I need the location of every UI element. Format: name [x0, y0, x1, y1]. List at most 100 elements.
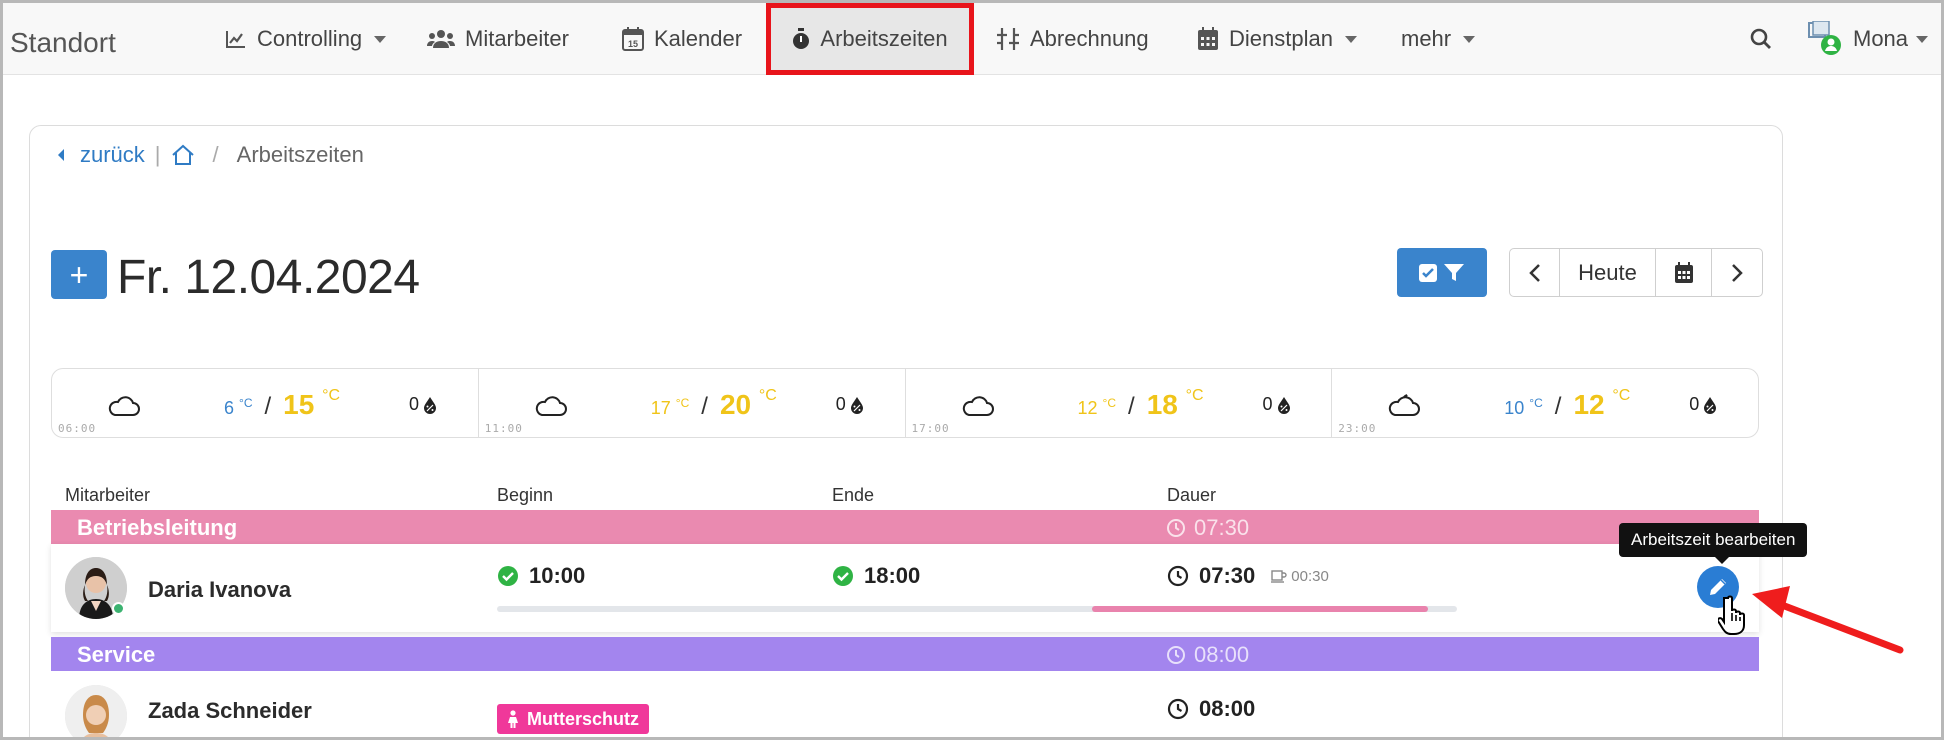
rain-amount: 0	[409, 394, 437, 415]
temp-separator: /	[1128, 393, 1135, 420]
temp-max: 15 °C	[283, 386, 341, 420]
chevron-down-icon	[1916, 35, 1929, 43]
calendar-grid-icon	[1198, 27, 1218, 50]
date-nav-group: Heute	[1509, 248, 1763, 297]
nav-dienstplan[interactable]: Dienstplan	[1197, 3, 1357, 75]
edit-tooltip: Arbeitszeit bearbeiten	[1619, 523, 1808, 564]
group-name: Betriebsleitung	[77, 515, 238, 540]
calendar-15-icon: 15	[622, 27, 644, 51]
cloud-icon	[962, 396, 994, 416]
end-time-cell: 18:00	[832, 563, 920, 589]
group-header: Betriebsleitung 07:30	[51, 510, 1759, 544]
home-icon[interactable]	[171, 144, 195, 166]
weather-segment: 17 °C / 20 °C 0 11:00	[479, 369, 906, 437]
raindrop-percent-icon	[424, 396, 437, 414]
duration-value: 07:30	[1199, 563, 1256, 588]
column-header-mitarbeiter: Mitarbeiter	[65, 485, 151, 505]
nav-label: Kalender	[654, 26, 743, 51]
back-link[interactable]: zurück	[56, 142, 145, 168]
nav-label: Dienstplan	[1229, 26, 1333, 51]
nav-label: Arbeitszeiten	[820, 26, 948, 51]
temp-min: 10 °C	[1504, 396, 1543, 418]
temp-min: 17 °C	[650, 396, 690, 418]
weather-time: 11:00	[484, 422, 523, 435]
sliders-icon	[997, 28, 1019, 50]
user-name: Mona	[1853, 26, 1909, 51]
temp-max: 18 °C	[1146, 386, 1204, 420]
employee-name[interactable]: Daria Ivanova	[148, 577, 291, 603]
user-menu[interactable]: Mona	[1807, 3, 1929, 75]
nav-mehr[interactable]: mehr	[1401, 3, 1476, 75]
plus-icon: +	[69, 256, 89, 293]
duration-value: 08:00	[1199, 696, 1256, 721]
group-name: Service	[77, 642, 156, 667]
pause-info: 00:30	[1271, 568, 1329, 585]
group-header: Service 08:00	[51, 637, 1759, 671]
temperature-range: 17 °C / 20 °C	[650, 387, 777, 421]
rain-amount: 0	[1263, 394, 1291, 415]
temp-min: 12 °C	[1077, 396, 1117, 418]
filter-icon	[1444, 263, 1464, 281]
table-row[interactable]: Daria Ivanova 10:00 18:00 07:30 00:30	[51, 544, 1759, 632]
nav-label: mehr	[1401, 26, 1452, 51]
check-circle-icon	[833, 566, 853, 586]
filter-button[interactable]	[1397, 248, 1487, 297]
coffee-icon	[1271, 570, 1287, 583]
employee-name[interactable]: Zada Schneider	[148, 698, 312, 724]
time-progress-bar	[497, 606, 1457, 612]
stopwatch-icon	[793, 28, 810, 49]
search-button[interactable]	[1750, 3, 1772, 75]
group-duration-value: 08:00	[1194, 642, 1250, 667]
weather-segment: 6 °C / 15 °C 0 06:00	[52, 369, 479, 437]
add-worktime-button[interactable]: +	[51, 250, 107, 299]
breadcrumb-separator: |	[154, 142, 161, 167]
hand-cursor-icon	[1718, 595, 1745, 635]
start-time-cell: 10:00	[497, 563, 585, 589]
column-header-ende: Ende	[832, 485, 875, 505]
avatar	[65, 685, 127, 740]
duration-cell: 08:00	[1167, 696, 1255, 722]
top-navbar: Standort Controlling Mitarbeiter 15 Kale…	[3, 3, 1941, 75]
group-duration-value: 07:30	[1194, 515, 1250, 540]
clock-icon	[1167, 519, 1185, 537]
weather-time: 23:00	[1338, 422, 1377, 435]
pause-value: 00:30	[1291, 567, 1329, 585]
next-day-button[interactable]	[1712, 249, 1762, 296]
nav-controlling[interactable]: Controlling	[225, 3, 387, 75]
female-icon	[508, 710, 518, 728]
raindrop-percent-icon	[1704, 396, 1717, 414]
svg-text:15: 15	[628, 39, 638, 49]
calendar-picker-button[interactable]	[1656, 249, 1712, 296]
nav-arbeitszeiten[interactable]: Arbeitszeiten	[766, 3, 974, 75]
table-row[interactable]: Zada Schneider 08:00	[51, 672, 1759, 740]
nav-mitarbeiter[interactable]: Mitarbeiter	[427, 3, 569, 75]
prev-day-button[interactable]	[1510, 249, 1560, 296]
page-title: Fr. 12.04.2024	[117, 251, 420, 304]
breadcrumb: zurück | / Arbeitszeiten	[56, 140, 364, 170]
nav-label: Controlling	[257, 26, 363, 51]
temp-separator: /	[264, 393, 272, 420]
column-header-dauer: Dauer	[1167, 485, 1217, 505]
search-icon	[1750, 28, 1771, 49]
group-duration: 07:30	[1166, 515, 1249, 541]
caret-left-icon	[58, 149, 64, 161]
weather-time: 06:00	[58, 422, 97, 435]
chevron-right-icon	[1732, 263, 1743, 282]
column-header-beginn: Beginn	[497, 485, 554, 505]
temperature-range: 10 °C / 12 °C	[1504, 387, 1630, 421]
temperature-range: 6 °C / 15 °C	[224, 386, 341, 421]
cloud-icon	[108, 396, 140, 416]
group-duration: 08:00	[1166, 642, 1249, 668]
nav-kalender[interactable]: 15 Kalender	[622, 3, 742, 75]
brand-label[interactable]: Standort	[10, 27, 116, 59]
clock-icon	[1167, 646, 1185, 664]
rain-amount: 0	[836, 394, 864, 415]
nav-abrechnung[interactable]: Abrechnung	[996, 3, 1149, 75]
chevron-down-icon	[1463, 35, 1476, 43]
start-time: 10:00	[529, 563, 586, 588]
breadcrumb-current: Arbeitszeiten	[236, 142, 364, 167]
today-button[interactable]: Heute	[1560, 249, 1656, 296]
chevron-down-icon	[1344, 35, 1357, 43]
chevron-left-icon	[1528, 263, 1540, 282]
end-time: 18:00	[864, 563, 921, 588]
